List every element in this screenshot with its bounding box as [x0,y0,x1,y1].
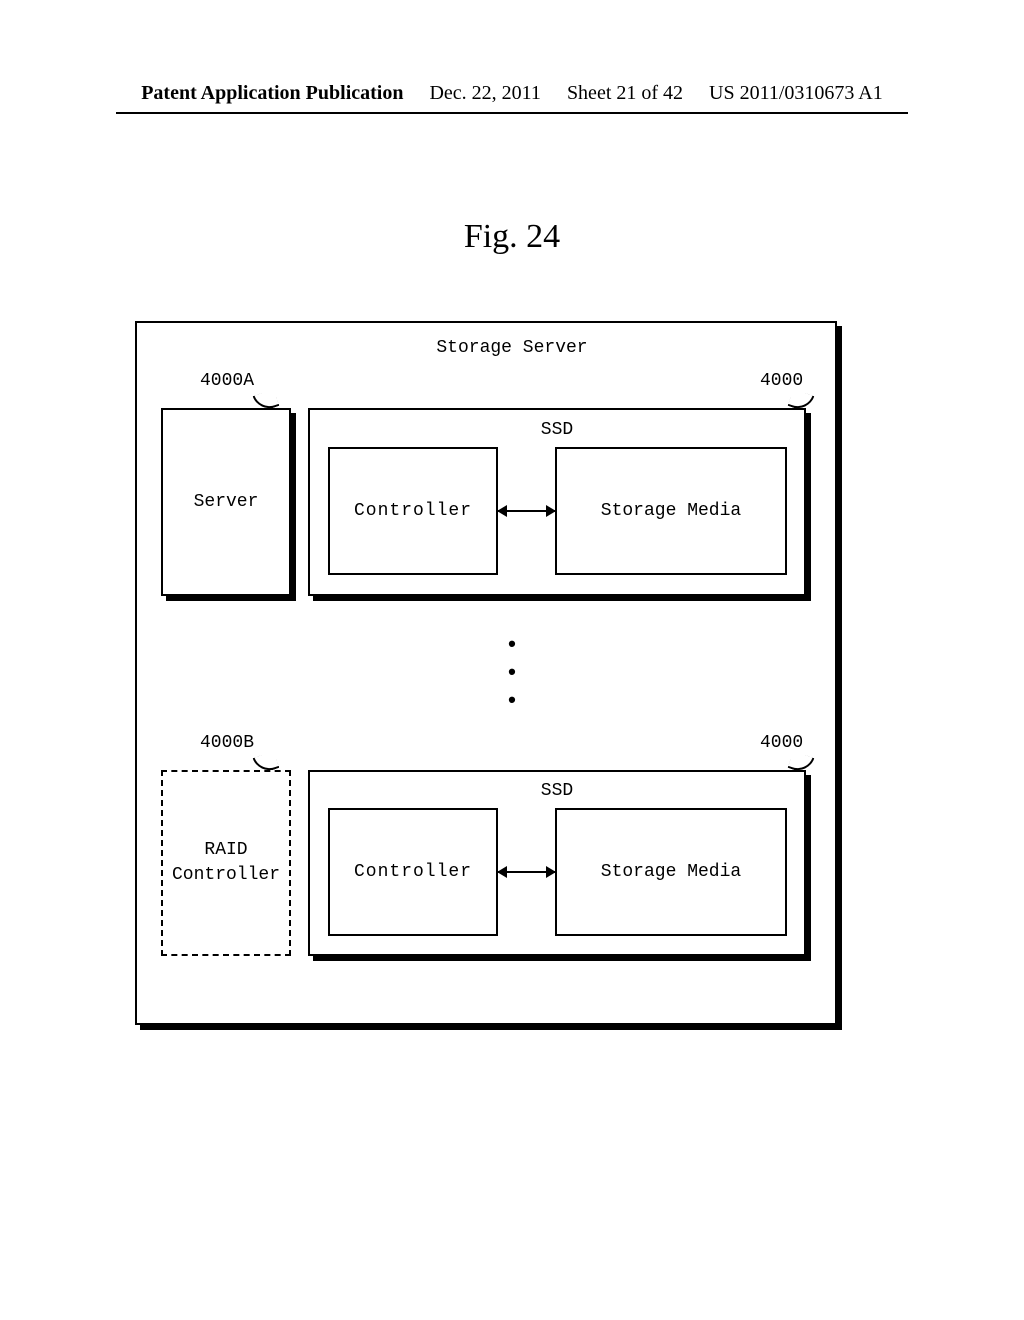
header-date: Dec. 22, 2011 [429,82,540,105]
header-sheet: Sheet 21 of 42 [567,82,683,105]
controller-bot-block: Controller [328,808,498,936]
callout-4000A: 4000A [200,371,254,391]
ssd-top-label: SSD [308,420,806,440]
raid-controller-block: RAID Controller [161,770,291,956]
header-pubno: US 2011/0310673 A1 [709,82,883,105]
storage-server-title: Storage Server [0,338,1024,358]
storage-media-bot-block: Storage Media [555,808,787,936]
storage-media-top-block: Storage Media [555,447,787,575]
page-header: Patent Application Publication Dec. 22, … [0,82,1024,105]
ellipsis-dots: ••• [0,624,1024,724]
callout-4000-top: 4000 [760,371,803,391]
server-block: Server [161,408,291,596]
callout-4000-bot: 4000 [760,733,803,753]
double-arrow-icon [498,871,555,873]
ssd-bot-label: SSD [308,781,806,801]
callout-4000B: 4000B [200,733,254,753]
figure-label: Fig. 24 [0,218,1024,256]
header-rule [116,112,908,114]
raid-controller-text: RAID Controller [172,838,280,888]
double-arrow-icon [498,510,555,512]
header-pub: Patent Application Publication [141,82,403,105]
controller-top-block: Controller [328,447,498,575]
